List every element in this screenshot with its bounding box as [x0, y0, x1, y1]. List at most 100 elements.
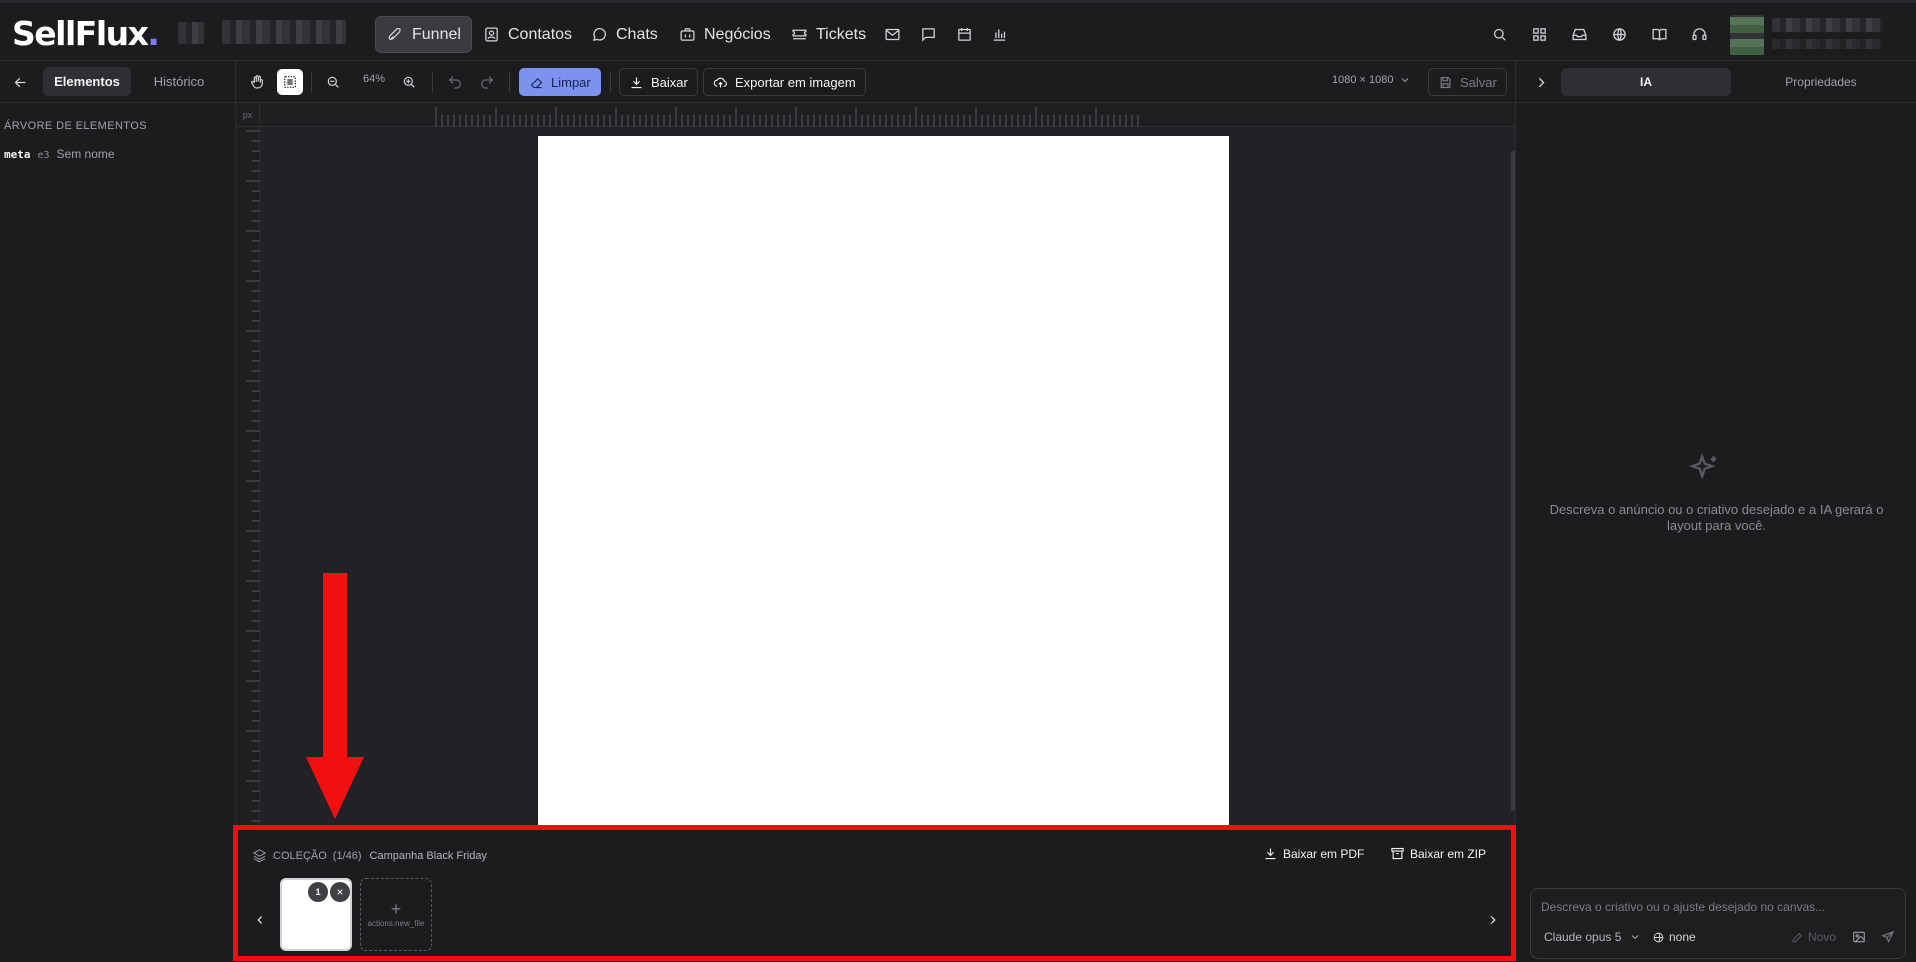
tab-propriedades[interactable]: Propriedades: [1736, 68, 1906, 96]
new-chat-label: Novo: [1808, 930, 1837, 944]
user-email: [1772, 39, 1882, 49]
elements-panel-tabs: Elementos Histórico: [0, 61, 236, 103]
top-navigation: SellFlux. Funnel Contatos Chats Negócios…: [0, 0, 1916, 61]
ai-panel-tabs: IA Propriedades: [1516, 61, 1916, 103]
undo-icon[interactable]: [442, 69, 468, 95]
workspace-name[interactable]: [222, 20, 346, 44]
select-tool-icon[interactable]: [277, 69, 303, 95]
save-button-label: Salvar: [1460, 74, 1497, 90]
redo-icon[interactable]: [474, 69, 500, 95]
chevron-right-icon[interactable]: [1530, 71, 1552, 93]
ruler-corner: px: [236, 103, 260, 127]
user-avatar[interactable]: [1730, 15, 1764, 55]
briefcase-icon: [678, 26, 696, 44]
back-arrow-icon[interactable]: [9, 71, 31, 93]
plus-icon: +: [390, 899, 402, 919]
collection-name: Campanha Black Friday: [369, 849, 487, 862]
tree-item[interactable]: meta e3 Sem nome: [4, 147, 115, 161]
sellflux-logo[interactable]: SellFlux.: [12, 14, 160, 53]
element-tree-title: ÁRVORE DE ELEMENTOS: [4, 120, 147, 132]
toolbar-divider: [610, 72, 611, 92]
model-select-value: Claude opus 5: [1544, 930, 1622, 944]
ai-hint-text: Descreva o anúncio ou o criativo desejad…: [1549, 502, 1884, 533]
canvas-size-value: 1080 × 1080: [1332, 74, 1394, 86]
edit-icon: [1792, 932, 1802, 942]
elements-panel: Elementos Histórico ÁRVORE DE ELEMENTOS …: [0, 61, 236, 962]
tab-historico[interactable]: Histórico: [136, 67, 222, 96]
canvas-size-select[interactable]: 1080 × 1080: [1332, 74, 1411, 86]
ai-prompt-input[interactable]: [1541, 897, 1891, 917]
collection-counter: (1/46): [332, 849, 362, 862]
chevron-down-icon: [1632, 935, 1639, 940]
nav-chats-label: Chats: [616, 25, 658, 43]
chevron-left-icon[interactable]: [253, 913, 269, 929]
zoom-in-icon[interactable]: [396, 69, 422, 95]
collection-label: COLEÇÃO: [273, 849, 327, 862]
headset-icon[interactable]: [1688, 23, 1710, 45]
download-icon: [631, 77, 642, 88]
download-button[interactable]: Baixar: [619, 68, 698, 96]
collection-title: COLEÇÃO (1/46) Campanha Black Friday: [252, 848, 487, 863]
ai-prompt-box: Claude opus 5 none Novo: [1530, 888, 1906, 959]
nav-chats[interactable]: Chats: [580, 16, 668, 53]
nav-tickets-label: Tickets: [816, 25, 867, 43]
zoom-level[interactable]: 64%: [363, 73, 385, 85]
tab-elementos[interactable]: Elementos: [43, 67, 131, 96]
nav-contatos[interactable]: Contatos: [472, 16, 582, 53]
eraser-icon: [530, 77, 543, 88]
tree-item-type: meta: [4, 148, 31, 161]
workspace-avatar[interactable]: [178, 22, 204, 44]
nav-tickets[interactable]: Tickets: [780, 16, 876, 53]
zoom-out-icon[interactable]: [320, 69, 346, 95]
tab-ia[interactable]: IA: [1561, 68, 1731, 96]
download-zip-button[interactable]: Baixar em ZIP: [1390, 846, 1486, 861]
save-button[interactable]: Salvar: [1428, 68, 1507, 96]
new-file-button[interactable]: + actions.new_file: [360, 878, 432, 951]
ai-panel: IA Propriedades Descreva o anúncio ou o …: [1515, 61, 1916, 962]
apps-grid-icon[interactable]: [1528, 23, 1550, 45]
horizontal-ruler: [260, 103, 1515, 127]
hand-tool-icon[interactable]: [244, 69, 270, 95]
mail-icon[interactable]: [881, 23, 903, 45]
chat-icon: [590, 26, 608, 44]
toolbar-divider: [432, 72, 433, 92]
book-open-icon[interactable]: [1648, 23, 1670, 45]
vertical-ruler: [236, 127, 260, 828]
send-icon[interactable]: [1881, 930, 1895, 949]
collection-thumbnail[interactable]: 1 ×: [280, 878, 352, 951]
save-icon: [1440, 76, 1451, 88]
new-chat-button[interactable]: Novo: [1791, 930, 1836, 944]
context-select-value: none: [1669, 930, 1696, 944]
layers-icon: [252, 849, 267, 863]
download-button-label: Baixar: [651, 74, 688, 90]
bar-chart-icon[interactable]: [988, 23, 1010, 45]
rocket-icon: [386, 26, 404, 44]
toolbar-divider: [509, 72, 510, 92]
nav-negocios[interactable]: Negócios: [668, 16, 781, 53]
contacts-icon: [482, 26, 500, 44]
canvas-toolbar: 64% Limpar Baixar Exportar em imagem 108…: [236, 61, 1515, 103]
collection-bar: COLEÇÃO (1/46) Campanha Black Friday Bai…: [236, 828, 1515, 962]
download-pdf-button[interactable]: Baixar em PDF: [1263, 846, 1364, 861]
inbox-icon[interactable]: [1568, 23, 1590, 45]
search-icon[interactable]: [1488, 23, 1510, 45]
export-image-button[interactable]: Exportar em imagem: [703, 68, 866, 96]
globe-icon[interactable]: [1608, 23, 1630, 45]
artboard[interactable]: [538, 136, 1229, 828]
close-icon[interactable]: ×: [330, 882, 350, 902]
image-attach-icon[interactable]: [1852, 930, 1866, 949]
user-name[interactable]: [1772, 18, 1882, 32]
clear-button-label: Limpar: [551, 74, 591, 90]
chevron-right-icon[interactable]: [1486, 913, 1502, 929]
clear-button[interactable]: Limpar: [519, 68, 601, 96]
new-file-label: actions.new_file: [367, 919, 425, 928]
model-select[interactable]: Claude opus 5: [1544, 930, 1641, 944]
context-select[interactable]: none: [1652, 930, 1696, 944]
message-square-icon[interactable]: [917, 23, 939, 45]
nav-funnel[interactable]: Funnel: [375, 16, 472, 53]
canvas-area[interactable]: px: [236, 103, 1515, 828]
nav-contatos-label: Contatos: [508, 25, 573, 43]
calendar-icon[interactable]: [953, 23, 975, 45]
globe-icon: [1653, 932, 1664, 942]
nav-negocios-label: Negócios: [704, 25, 771, 43]
